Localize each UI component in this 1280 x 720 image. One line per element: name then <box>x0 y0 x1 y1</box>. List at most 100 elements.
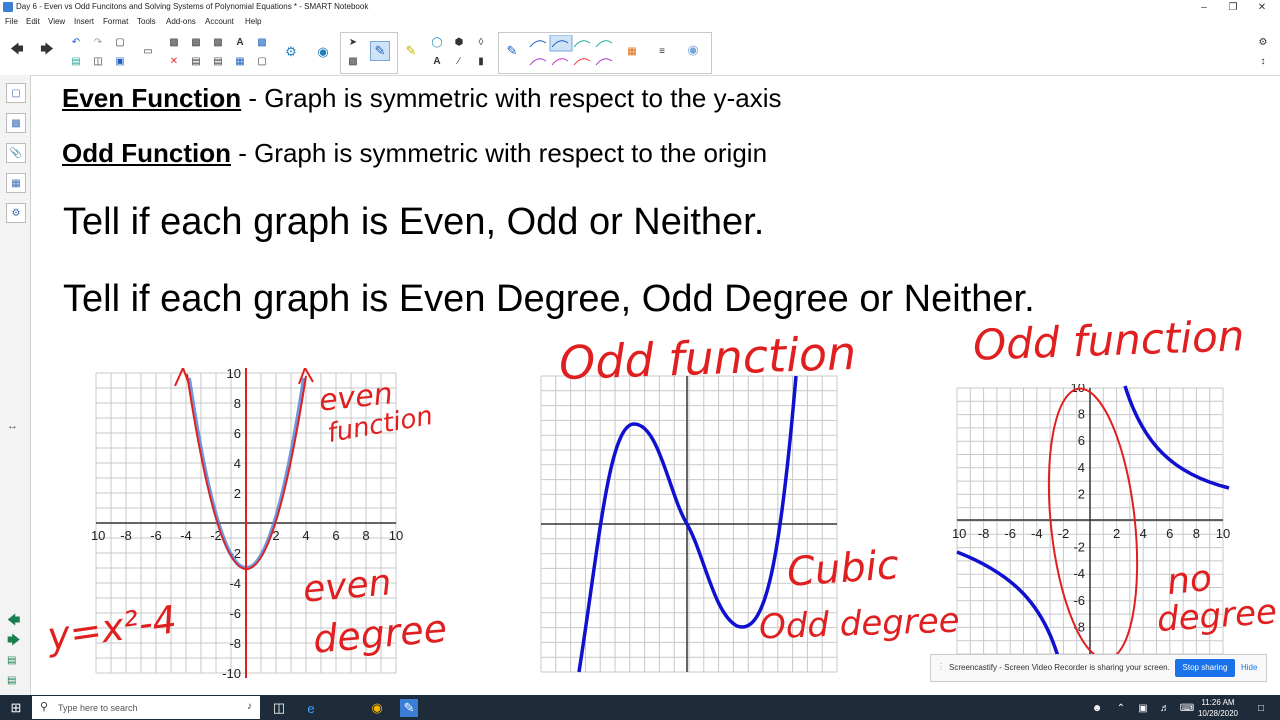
capture-icon[interactable]: ▩ <box>210 34 226 50</box>
previous-page-icon[interactable]: 🡄 <box>7 611 20 633</box>
resize-handle-icon[interactable]: ↔ <box>7 420 18 432</box>
minimize-button[interactable]: – <box>1190 1 1218 14</box>
effects-icon[interactable]: ◉ <box>684 41 702 59</box>
notifications-icon[interactable]: □ <box>1252 699 1270 717</box>
tick-label: 6 <box>1078 433 1085 448</box>
tick-label: 8 <box>234 396 241 411</box>
clock[interactable]: 11:26 AM 10/28/2020 <box>1198 697 1238 719</box>
hide-button[interactable]: Hide <box>1241 663 1257 672</box>
document-camera-icon[interactable]: ▩ <box>254 34 270 50</box>
new-page-icon[interactable]: ▢ <box>112 34 128 50</box>
forward-arrow-icon[interactable]: 🡆 <box>38 41 56 60</box>
select-icon[interactable]: ➤ <box>345 34 361 50</box>
open-icon[interactable]: ◫ <box>90 53 106 69</box>
menu-account[interactable]: Account <box>205 17 234 26</box>
fill-icon[interactable]: ⬢ <box>451 34 467 50</box>
toolbar: 🡄 🡆 ↶ ↷ ▢ ▤ ◫ ▣ ▭ ▩ ▩ ▩ A ▩ ✕ ▤ ▤ ▦ ▢ ⚙ … <box>0 29 1280 76</box>
drag-handle-icon[interactable]: ⋮ <box>937 662 945 671</box>
highlighter-icon[interactable]: ✎ <box>402 42 420 60</box>
stop-sharing-button[interactable]: Stop sharing <box>1175 659 1235 677</box>
multitouch-icon[interactable]: ▩ <box>345 53 361 69</box>
hw-cubic: Cubic <box>785 542 901 596</box>
question-even-odd: Tell if each graph is Even, Odd or Neith… <box>63 201 765 243</box>
paste-icon[interactable]: ▩ <box>166 34 182 50</box>
page-options-icon[interactable]: ▤ <box>7 675 16 686</box>
search-placeholder: Type here to search <box>58 703 138 713</box>
spell-check-icon[interactable]: A <box>232 34 248 50</box>
properties-tab-icon[interactable]: ▦ <box>6 173 26 193</box>
windows-start-icon[interactable]: ⊞ <box>7 699 25 717</box>
graph3-blue-lower-branch <box>956 550 1061 660</box>
menu-file[interactable]: File <box>5 17 18 26</box>
redo-icon[interactable]: ↷ <box>90 34 106 50</box>
tick-label: 8 <box>1193 526 1200 541</box>
tick-label: -8 <box>120 528 132 543</box>
tick-label: -6 <box>229 606 241 621</box>
page-sorter-icon[interactable]: ▢ <box>6 83 26 103</box>
addon-icon[interactable]: ⚙ <box>282 43 300 61</box>
pen-type-icon[interactable]: ✎ <box>503 42 521 60</box>
gallery-icon[interactable]: ▩ <box>6 113 26 133</box>
eraser-top-icon[interactable]: ◊ <box>473 34 489 50</box>
undo-icon[interactable]: ↶ <box>68 34 84 50</box>
notebook-page[interactable]: Even Function - Graph is symmetric with … <box>31 76 1280 695</box>
restore-button[interactable]: ❐ <box>1219 1 1247 14</box>
tick-label: 2 <box>1078 486 1085 501</box>
text-icon[interactable]: A <box>429 53 445 69</box>
tick-label: -4 <box>1073 566 1085 581</box>
menu-addons[interactable]: Add-ons <box>166 17 196 26</box>
back-arrow-icon[interactable]: 🡄 <box>8 41 26 60</box>
microphone-icon[interactable]: ♪ <box>247 701 252 712</box>
menu-format[interactable]: Format <box>103 17 128 26</box>
dual-page-icon[interactable]: ▤ <box>210 53 226 69</box>
eraser-icon[interactable]: ▮ <box>473 53 489 69</box>
color-palette-icon[interactable]: ▦ <box>624 43 640 59</box>
language-icon[interactable]: ⌨ <box>1178 699 1196 717</box>
add-page-icon[interactable]: ▤ <box>7 655 16 666</box>
tick-label: -10 <box>953 526 966 541</box>
tray-expand-icon[interactable]: ⌃ <box>1112 699 1130 717</box>
import-icon[interactable]: ▤ <box>68 53 84 69</box>
hw-odd-function-1: Odd function <box>558 325 857 391</box>
addons-tab-icon[interactable]: ⚙ <box>6 203 26 223</box>
line-icon[interactable]: ∕ <box>451 53 467 69</box>
next-page-icon[interactable]: 🡆 <box>7 631 20 653</box>
toolbar-move-icon[interactable]: ↕ <box>1255 53 1271 69</box>
full-screen-icon[interactable]: ▤ <box>188 53 204 69</box>
menu-insert[interactable]: Insert <box>74 17 94 26</box>
smart-notebook-taskbar-icon[interactable]: ✎ <box>400 699 418 717</box>
settings-gear-icon[interactable]: ⚙ <box>1255 34 1271 50</box>
shapes-icon[interactable]: ◯ <box>429 34 445 50</box>
taskbar-search[interactable]: ⚲ Type here to search ♪ <box>32 696 260 719</box>
attachments-icon[interactable]: 📎 <box>6 143 26 163</box>
tick-label: 8 <box>1078 407 1085 422</box>
table-icon[interactable]: ▦ <box>232 53 248 69</box>
volume-icon[interactable]: ♬ <box>1156 699 1174 717</box>
menu-edit[interactable]: Edit <box>26 17 40 26</box>
save-icon[interactable]: ▣ <box>112 53 128 69</box>
clock-time: 11:26 AM <box>1201 698 1235 707</box>
line-style-icon[interactable]: ≡ <box>654 43 670 59</box>
network-icon[interactable]: ▣ <box>1134 699 1152 717</box>
screen-display-icon[interactable]: ▭ <box>140 43 156 59</box>
people-icon[interactable]: ☻ <box>1088 699 1106 717</box>
response-icon[interactable]: ◉ <box>314 43 332 61</box>
delete-icon[interactable]: ✕ <box>166 53 182 69</box>
edge-icon[interactable]: e <box>302 699 320 717</box>
pen-icon[interactable]: ✎ <box>370 41 390 61</box>
odd-definition: Odd Function - Graph is symmetric with r… <box>62 138 767 169</box>
odd-description: - Graph is symmetric with respect to the… <box>230 138 768 168</box>
screen-sharing-bar: ⋮ Screencastify - Screen Video Recorder … <box>930 654 1267 682</box>
close-button[interactable]: ✕ <box>1248 1 1276 14</box>
screen-shade-icon[interactable]: ▩ <box>188 34 204 50</box>
menu-help[interactable]: Help <box>245 17 261 26</box>
tick-label: -8 <box>229 636 241 651</box>
graph3-red-oval <box>1047 387 1139 660</box>
chrome-icon[interactable]: ◉ <box>368 699 386 717</box>
side-tabs: ▢ ▩ 📎 ▦ ⚙ ↔ 🡄 🡆 ▤ ▤ <box>0 75 31 695</box>
task-view-icon[interactable]: ◫ <box>270 699 288 717</box>
menu-tools[interactable]: Tools <box>137 17 156 26</box>
properties-icon[interactable]: ▢ <box>254 53 270 69</box>
menu-view[interactable]: View <box>48 17 65 26</box>
even-description: - Graph is symmetric with respect to the… <box>241 83 782 113</box>
